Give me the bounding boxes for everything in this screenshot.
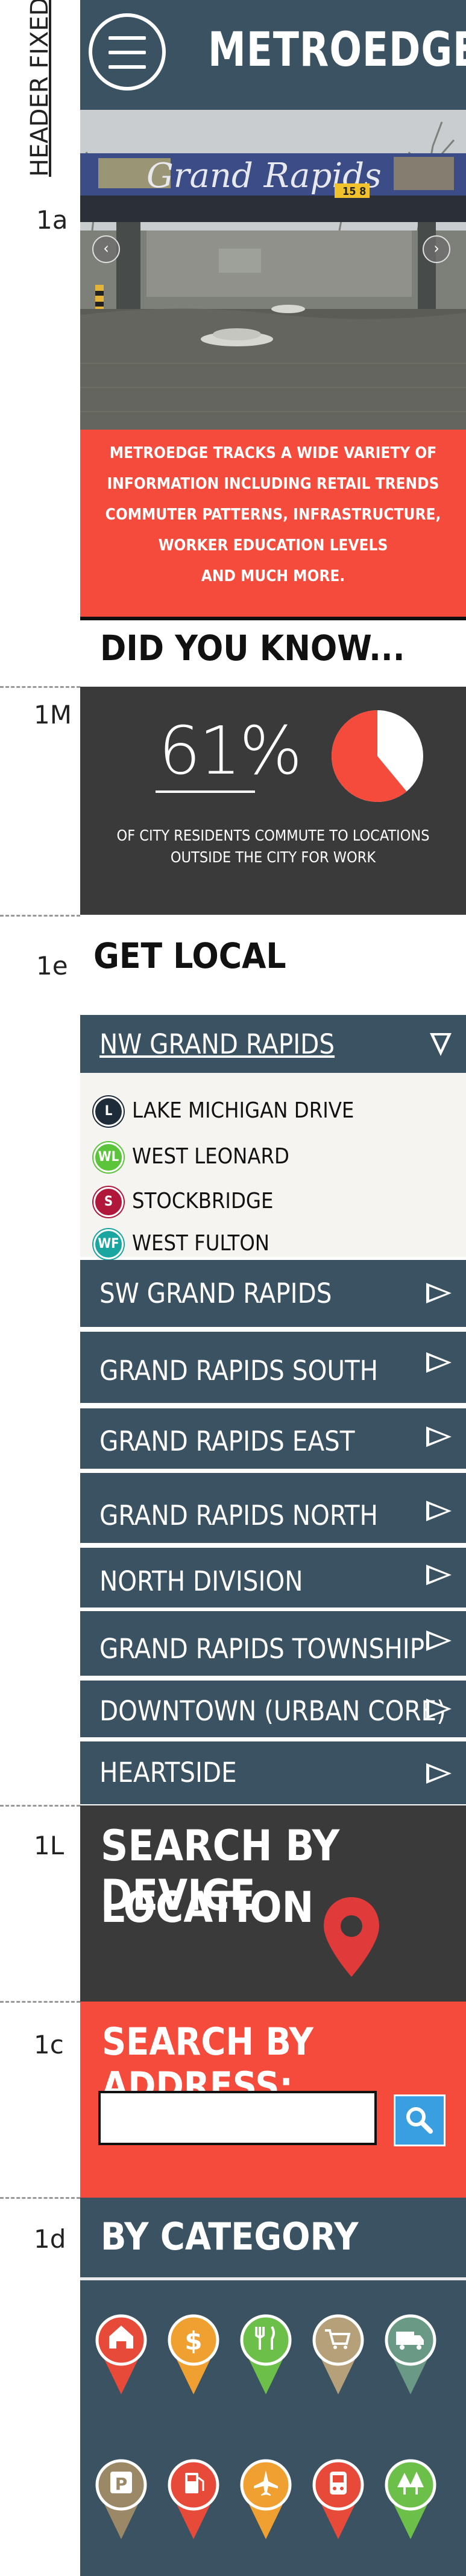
- category-heading: BY CATEGORY: [101, 2215, 359, 2259]
- region-grand-rapids-east[interactable]: GRAND RAPIDS EAST: [80, 1408, 466, 1469]
- category-divider: [80, 2277, 466, 2280]
- region-label: DOWNTOWN (URBAN CORE): [99, 1695, 446, 1727]
- divider-line: [80, 617, 466, 620]
- nw-subregion-list: L LAKE MICHIGAN DRIVE WL WEST LEONARD S …: [80, 1073, 466, 1259]
- region-label: GRAND RAPIDS TOWNSHIP: [99, 1633, 425, 1665]
- stat-caption-1: OF CITY RESIDENTS COMMUTE TO LOCATIONS: [116, 827, 430, 844]
- address-search-button[interactable]: [394, 2094, 446, 2146]
- region-north-division[interactable]: NORTH DIVISION: [80, 1548, 466, 1608]
- subregion-label: WEST LEONARD: [132, 1144, 289, 1169]
- brand-title: METROEDGE: [208, 23, 466, 77]
- section-divider: [0, 2001, 80, 2003]
- intro-line: INFORMATION INCLUDING RETAIL TRENDS: [107, 475, 439, 493]
- badge-wl-icon: WL: [93, 1142, 124, 1172]
- section-label-1c: 1c: [34, 2030, 64, 2059]
- arrow-right-icon: [426, 1352, 452, 1373]
- region-heartside[interactable]: HEARTSIDE: [80, 1741, 466, 1804]
- section-divider: [0, 915, 80, 917]
- subregion-label: LAKE MICHIGAN DRIVE: [132, 1098, 354, 1123]
- subregion-label: WEST FULTON: [132, 1231, 270, 1256]
- arrow-right-icon: [426, 1565, 452, 1585]
- intro-line: COMMUTER PATTERNS, INFRASTRUCTURE,: [105, 506, 441, 524]
- hero-photo: Grand Rapids 15 8: [80, 110, 466, 430]
- subregion-label: STOCKBRIDGE: [132, 1189, 274, 1213]
- dining-category-pin-icon[interactable]: [236, 2312, 296, 2397]
- region-label: GRAND RAPIDS EAST: [99, 1425, 355, 1457]
- search-icon: [406, 2107, 433, 2134]
- section-divider: [0, 686, 80, 688]
- did-you-know-heading: DID YOU KNOW...: [100, 628, 405, 669]
- fuel-category-pin-icon[interactable]: [163, 2457, 224, 2542]
- arrow-right-icon: [426, 1630, 452, 1651]
- svg-text:P: P: [115, 2474, 128, 2494]
- search-by-location-panel[interactable]: SEARCH BY DEVICE LOCATION: [80, 1805, 466, 2002]
- search-by-address-panel: SEARCH BY ADDRESS:: [80, 2002, 466, 2198]
- intro-line: AND MUCH MORE.: [201, 567, 345, 585]
- section-label-1d: 1d: [34, 2224, 66, 2254]
- intro-line: WORKER EDUCATION LEVELS: [158, 536, 388, 555]
- arrow-right-icon: [426, 1501, 452, 1521]
- region-label: SW GRAND RAPIDS: [99, 1277, 332, 1309]
- section-label-1e: 1e: [36, 951, 68, 981]
- region-label: NORTH DIVISION: [99, 1565, 303, 1597]
- region-sw-grand-rapids[interactable]: SW GRAND RAPIDS: [80, 1260, 466, 1327]
- subregion-west-fulton[interactable]: WF WEST FULTON: [93, 1229, 270, 1259]
- by-category-panel: BY CATEGORY $ P: [80, 2198, 466, 2576]
- stat-caption-2: OUTSIDE THE CITY FOR WORK: [170, 848, 376, 866]
- region-label: GRAND RAPIDS SOUTH: [99, 1355, 379, 1387]
- parking-category-pin-icon[interactable]: P: [91, 2457, 151, 2542]
- percent-underline: [156, 790, 255, 793]
- commute-pie-chart: [332, 710, 423, 802]
- parks-category-pin-icon[interactable]: [380, 2457, 441, 2542]
- region-grand-rapids-north[interactable]: GRAND RAPIDS NORTH: [80, 1473, 466, 1543]
- location-pin-icon[interactable]: [321, 1895, 382, 1979]
- stat-panel: 61% OF CITY RESIDENTS COMMUTE TO LOCATIO…: [80, 687, 466, 915]
- home-category-pin-icon[interactable]: [91, 2312, 151, 2397]
- header-fixed-label: HEADER FIXED: [22, 0, 55, 177]
- arrow-right-icon: [426, 1426, 452, 1447]
- arrow-right-icon: [426, 1699, 452, 1719]
- region-label: NW GRAND RAPIDS: [99, 1028, 335, 1060]
- expand-triangle-icon[interactable]: [430, 1033, 452, 1056]
- subregion-lake-michigan-drive[interactable]: L LAKE MICHIGAN DRIVE: [93, 1096, 354, 1127]
- intro-text-box: METROEDGE TRACKS A WIDE VARIETY OF INFOR…: [80, 430, 466, 617]
- site-header: METROEDGE: [80, 0, 466, 110]
- badge-s-icon: S: [93, 1187, 124, 1217]
- badge-wf-icon: WF: [93, 1229, 124, 1259]
- delivery-category-pin-icon[interactable]: [380, 2312, 441, 2397]
- badge-l-icon: L: [93, 1096, 124, 1127]
- transit-category-pin-icon[interactable]: [308, 2457, 368, 2542]
- geo-heading-line-2: LOCATION: [101, 1883, 314, 1932]
- section-label-1l: 1L: [34, 1831, 65, 1860]
- get-local-heading: GET LOCAL: [93, 935, 286, 976]
- subregion-west-leonard[interactable]: WL WEST LEONARD: [93, 1142, 289, 1172]
- region-nw-grand-rapids[interactable]: NW GRAND RAPIDS: [80, 1015, 466, 1073]
- airport-category-pin-icon[interactable]: [236, 2457, 296, 2542]
- section-label-1a: 1a: [36, 205, 68, 235]
- money-category-pin-icon[interactable]: $: [163, 2312, 224, 2397]
- section-label-1m: 1M: [34, 700, 72, 730]
- address-input[interactable]: [98, 2091, 377, 2145]
- carousel-next-button[interactable]: ›: [423, 235, 450, 263]
- carousel-prev-button[interactable]: ‹: [92, 235, 120, 263]
- region-label: HEARTSIDE: [99, 1757, 237, 1789]
- region-label: GRAND RAPIDS NORTH: [99, 1499, 378, 1531]
- stat-percent: 61%: [159, 712, 302, 789]
- arrow-right-icon: [426, 1283, 452, 1303]
- shopping-category-pin-icon[interactable]: [308, 2312, 368, 2397]
- subregion-stockbridge[interactable]: S STOCKBRIDGE: [93, 1187, 274, 1217]
- header-fixed-text: HEADER FIXED: [26, 0, 54, 177]
- svg-text:$: $: [184, 2326, 202, 2356]
- hamburger-menu-icon[interactable]: [89, 13, 166, 91]
- section-divider: [0, 1805, 80, 1807]
- region-grand-rapids-south[interactable]: GRAND RAPIDS SOUTH: [80, 1332, 466, 1403]
- section-divider: [0, 2197, 80, 2199]
- hero-carousel: Grand Rapids 15 8 ‹ ›: [80, 110, 466, 430]
- region-grand-rapids-township[interactable]: GRAND RAPIDS TOWNSHIP: [80, 1611, 466, 1676]
- arrow-right-icon: [426, 1763, 452, 1784]
- svg-text:15 8: 15 8: [342, 185, 366, 198]
- intro-line: METROEDGE TRACKS A WIDE VARIETY OF: [109, 444, 437, 462]
- region-downtown-urban-core[interactable]: DOWNTOWN (URBAN CORE): [80, 1681, 466, 1737]
